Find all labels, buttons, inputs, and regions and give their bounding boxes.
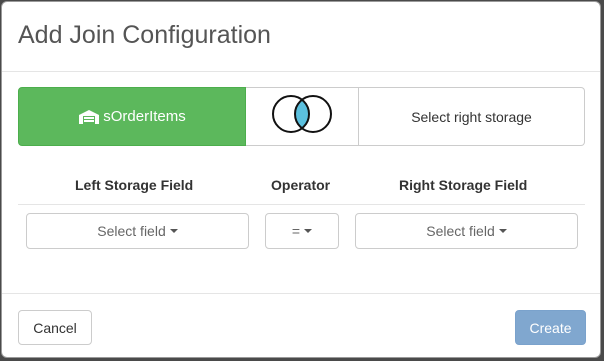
dialog-title: Add Join Configuration [18, 21, 271, 49]
caret-down-icon [498, 229, 507, 233]
left-field-select-label: Select field [97, 223, 166, 239]
dialog-header: Add Join Configuration [2, 2, 600, 72]
dialog-body: sOrderItems Select right storage Left St… [2, 72, 600, 293]
right-field-select-label: Select field [426, 223, 495, 239]
dialog-footer: Cancel Create [2, 293, 600, 357]
right-field-select[interactable]: Select field [355, 213, 578, 249]
cancel-button[interactable]: Cancel [18, 310, 92, 345]
caret-down-icon [169, 229, 178, 233]
caret-down-icon [304, 229, 313, 233]
add-join-configuration-dialog: Add Join Configuration sOrderItems Selec… [1, 1, 601, 358]
operator-select-label: = [291, 223, 301, 239]
left-field-select[interactable]: Select field [26, 213, 249, 249]
operator-select[interactable]: = [265, 213, 339, 249]
create-button[interactable]: Create [515, 310, 586, 345]
join-condition-row: Select field = Select field [2, 72, 600, 293]
